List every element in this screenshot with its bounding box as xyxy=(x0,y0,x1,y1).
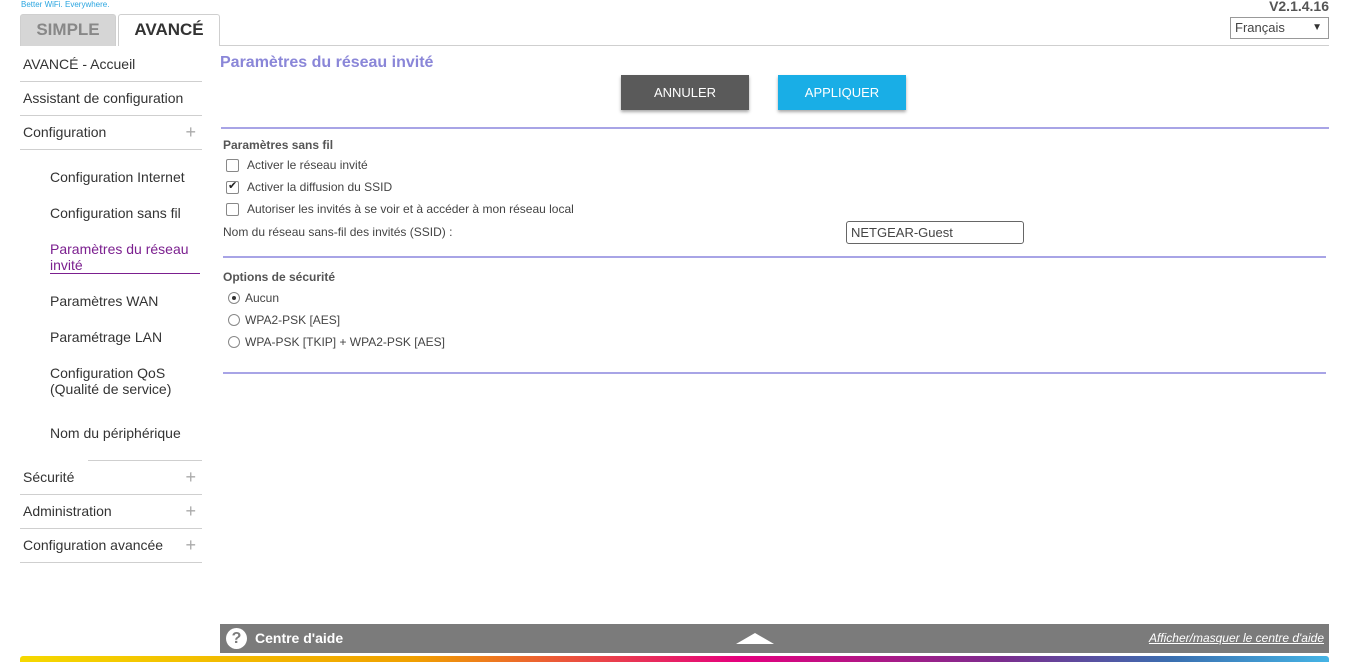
security-option-label: WPA-PSK [TKIP] + WPA2-PSK [AES] xyxy=(245,335,445,349)
broadcast-ssid-label: Activer la diffusion du SSID xyxy=(247,180,393,194)
ssid-input[interactable] xyxy=(846,221,1024,244)
ssid-label: Nom du réseau sans-fil des invités (SSID… xyxy=(223,225,453,239)
security-option-none: Aucun xyxy=(228,291,279,305)
expand-icon[interactable]: + xyxy=(185,529,196,561)
sidebar-item-label: Configuration xyxy=(23,124,107,140)
sidebar-item-configuration[interactable]: Configuration + xyxy=(20,116,202,150)
sidebar-item-security[interactable]: Sécurité + xyxy=(20,461,202,495)
sidebar-item-wizard[interactable]: Assistant de configuration xyxy=(20,82,202,116)
security-option-label: Aucun xyxy=(245,291,280,305)
cancel-button[interactable]: ANNULER xyxy=(621,75,749,110)
tab-advanced[interactable]: AVANCÉ xyxy=(118,14,220,46)
toggle-help-link[interactable]: Afficher/masquer le centre d'aide xyxy=(1149,631,1324,645)
tab-simple[interactable]: SIMPLE xyxy=(20,14,116,46)
sidebar-item-administration[interactable]: Administration + xyxy=(20,495,202,529)
allow-local-row: Autoriser les invités à se voir et à acc… xyxy=(226,202,574,216)
security-radio-wpa2[interactable] xyxy=(228,314,240,326)
sidebar-subitem-guest-network[interactable]: Paramètres du réseau invité xyxy=(50,241,189,273)
language-select[interactable]: Français ▼ xyxy=(1230,17,1329,39)
sidebar-subitem-lan[interactable]: Paramétrage LAN xyxy=(50,329,162,345)
sidebar-item-label: Sécurité xyxy=(23,469,75,485)
header-divider xyxy=(220,45,1329,46)
security-radio-none[interactable] xyxy=(228,292,240,304)
firmware-version: V2.1.4.16 xyxy=(1269,0,1329,14)
security-option-wpa2: WPA2-PSK [AES] xyxy=(228,313,340,327)
security-options-heading: Options de sécurité xyxy=(223,270,336,284)
broadcast-ssid-row: Activer la diffusion du SSID xyxy=(226,179,393,194)
allow-local-checkbox[interactable] xyxy=(226,202,239,216)
sidebar-item-advanced-config[interactable]: Configuration avancée + xyxy=(20,529,202,563)
brand-color-stripe xyxy=(20,656,1329,662)
sidebar-subitem-label: Configuration QoS xyxy=(50,365,166,381)
enable-guest-label: Activer le réseau invité xyxy=(247,158,368,172)
enable-guest-checkbox[interactable] xyxy=(226,158,239,172)
help-center-bar[interactable]: ? Centre d'aide Afficher/masquer le cent… xyxy=(220,624,1329,653)
sidebar-subitem-label: invité xyxy=(50,257,83,273)
question-icon: ? xyxy=(226,628,247,649)
expand-icon[interactable]: + xyxy=(185,116,196,148)
sidebar-item-label: Assistant de configuration xyxy=(23,90,184,106)
enable-guest-row: Activer le réseau invité xyxy=(226,158,368,172)
dropdown-arrow-icon: ▼ xyxy=(1312,22,1322,33)
allow-local-label: Autoriser les invités à se voir et à acc… xyxy=(247,202,574,216)
security-option-wpa-mixed: WPA-PSK [TKIP] + WPA2-PSK [AES] xyxy=(228,335,445,349)
configuration-submenu: Configuration Internet Configuration san… xyxy=(20,150,202,461)
wireless-settings-heading: Paramètres sans fil xyxy=(223,138,334,152)
sidebar-item-label: Configuration avancée xyxy=(23,537,164,553)
language-selected: Français xyxy=(1235,20,1285,35)
page-title: Paramètres du réseau invité xyxy=(220,54,434,71)
security-radio-wpa-mixed[interactable] xyxy=(228,336,240,348)
sidebar-nav: AVANCÉ - Accueil Assistant de configurat… xyxy=(20,48,202,563)
section-divider xyxy=(221,127,1329,129)
section-divider xyxy=(223,256,1326,258)
expand-up-icon[interactable] xyxy=(736,633,774,644)
brand-tagline: Better WiFi. Everywhere. xyxy=(21,0,110,9)
sidebar-item-label: AVANCÉ - Accueil xyxy=(23,56,136,72)
sidebar-subitem-device-name[interactable]: Nom du périphérique xyxy=(50,425,181,441)
apply-button[interactable]: APPLIQUER xyxy=(778,75,906,110)
sidebar-subitem-wireless[interactable]: Configuration sans fil xyxy=(50,205,181,221)
sidebar-item-home[interactable]: AVANCÉ - Accueil xyxy=(20,48,202,82)
expand-icon[interactable]: + xyxy=(185,461,196,493)
broadcast-ssid-checkbox[interactable] xyxy=(226,179,239,194)
sidebar-subitem-internet[interactable]: Configuration Internet xyxy=(50,169,185,185)
sidebar-item-label: Administration xyxy=(23,503,112,519)
sidebar-subitem-wan[interactable]: Paramètres WAN xyxy=(50,293,158,309)
section-divider xyxy=(223,372,1326,374)
security-option-label: WPA2-PSK [AES] xyxy=(245,313,341,327)
sidebar-subitem-label: (Qualité de service) xyxy=(50,381,172,397)
expand-icon[interactable]: + xyxy=(185,495,196,527)
help-center-title: Centre d'aide xyxy=(255,630,344,646)
active-item-underline xyxy=(50,273,200,274)
sidebar-subitem-qos[interactable]: Configuration QoS (Qualité de service) xyxy=(50,365,171,397)
sidebar-subitem-label: Paramètres du réseau xyxy=(50,241,189,257)
